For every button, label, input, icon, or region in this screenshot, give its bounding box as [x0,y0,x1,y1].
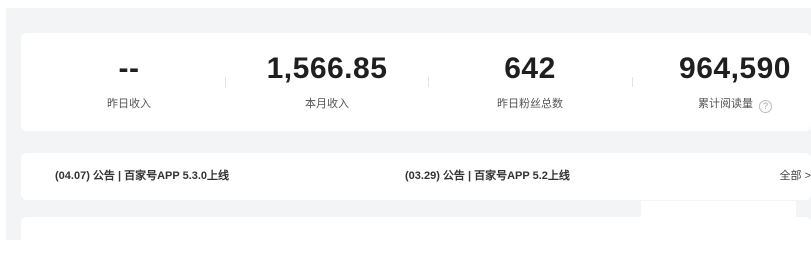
announcement-link[interactable]: (03.29) 公告 | 百家号APP 5.2上线 [405,168,570,184]
stat-divider [428,77,429,87]
stat-value: 1,566.85 [266,52,388,85]
stat-value: 642 [504,52,556,85]
overlay-patch [641,201,796,226]
stat-value: 964,590 [679,52,791,85]
stat-divider [632,77,633,87]
stat-label: 本月收入 [305,98,349,110]
stat-yesterday-income: -- 昨日收入 [29,33,229,131]
stat-divider [225,77,226,87]
stat-total-reads: 964,590 累计阅读量? [635,33,811,131]
stat-label: 昨日收入 [107,98,151,110]
help-icon[interactable]: ? [759,100,772,113]
stat-month-income: 1,566.85 本月收入 [227,33,427,131]
announcement-link[interactable]: (04.07) 公告 | 百家号APP 5.3.0上线 [55,168,229,184]
announcement-bar: (04.07) 公告 | 百家号APP 5.3.0上线 (03.29) 公告 |… [21,153,811,200]
dashboard-background: -- 昨日收入 1,566.85 本月收入 642 昨日粉丝总数 964,590… [6,8,811,240]
stat-label: 累计阅读量? [635,97,811,113]
stat-label: 昨日粉丝总数 [497,98,563,110]
stat-yesterday-fans: 642 昨日粉丝总数 [430,33,630,131]
view-all-link[interactable]: 全部 > [780,168,811,184]
stat-value: -- [118,52,140,85]
stat-label-text: 累计阅读量 [698,98,753,110]
stats-card: -- 昨日收入 1,566.85 本月收入 642 昨日粉丝总数 964,590… [21,33,811,131]
